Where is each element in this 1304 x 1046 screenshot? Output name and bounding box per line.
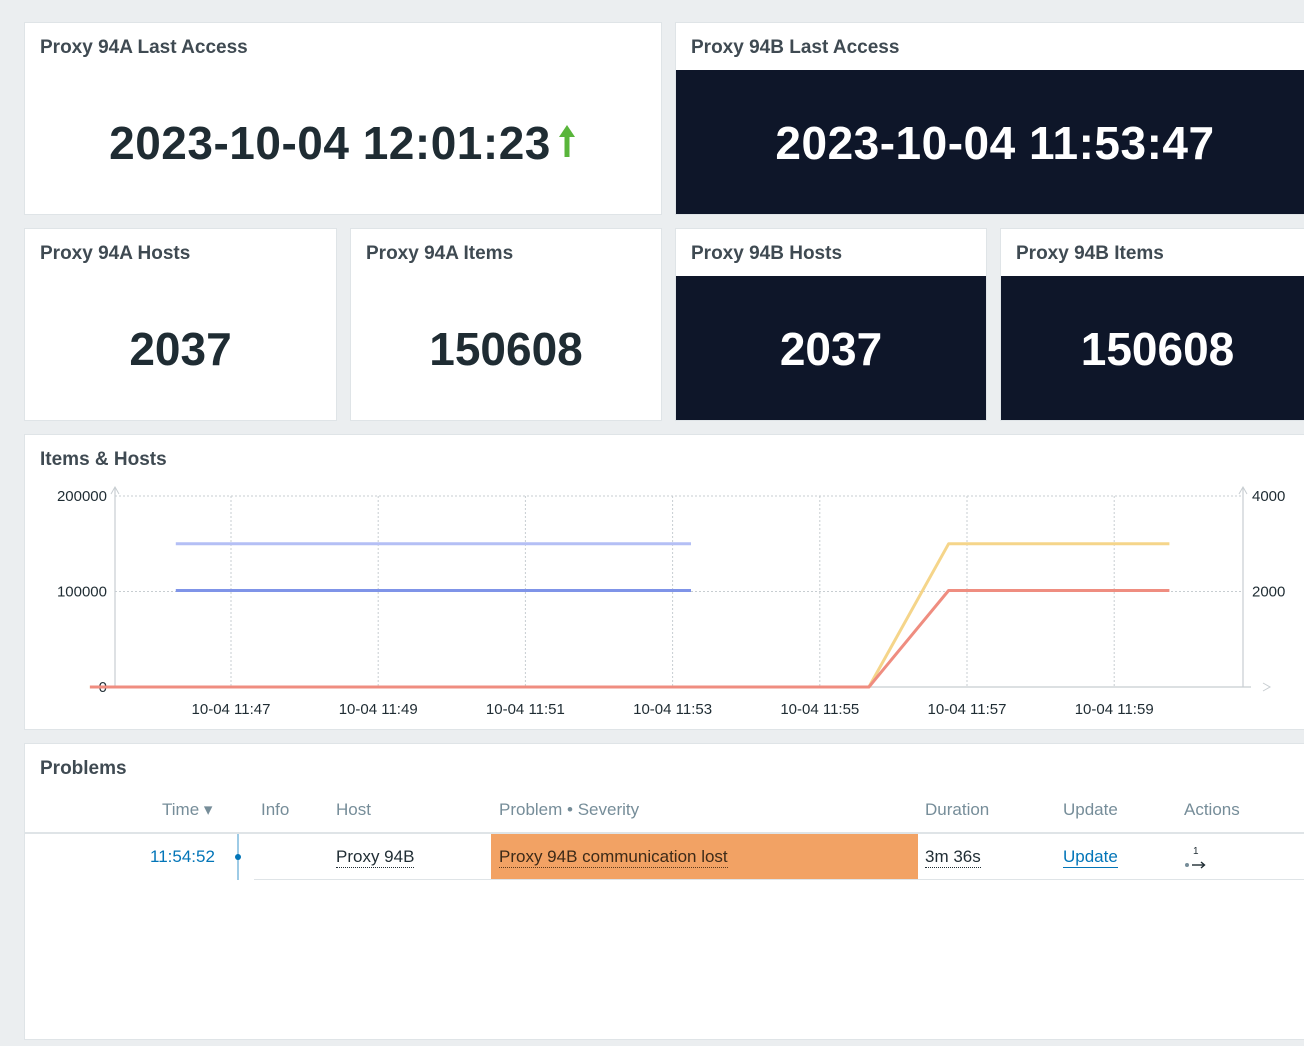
y-right-tick-label: 4000 (1252, 488, 1285, 505)
problem-duration[interactable]: 3m 36s (925, 847, 981, 868)
column-header-problem-severity[interactable]: Problem • Severity (499, 800, 639, 820)
widget-title: Proxy 94B Items (1016, 243, 1164, 264)
value-container: 2023-10-04 11:53:47 (676, 70, 1304, 214)
value-container: 150608 (1001, 276, 1304, 420)
value-container: 2037 (676, 276, 986, 420)
widget-title: Proxy 94B Last Access (691, 37, 900, 58)
value-container: 2037 (25, 276, 336, 420)
value-container: 2023-10-04 12:01:23 (25, 70, 661, 214)
series-line (89, 589, 1170, 689)
x-tick-label: 10-04 11:59 (1075, 701, 1154, 718)
action-arrow-icon (1185, 861, 1206, 869)
last-access-value: 2023-10-04 11:53:47 (775, 117, 1215, 169)
last-access-value: 2023-10-04 12:01:23 (109, 117, 551, 169)
series-line (89, 542, 1170, 689)
items-hosts-chart[interactable]: 20000010000004000200010-04 11:47 10-04 11… (25, 435, 1304, 730)
hosts-value: 2037 (129, 323, 232, 375)
column-header-host[interactable]: Host (336, 800, 371, 820)
row-bottom-border (254, 879, 1304, 880)
items-value: 150608 (1080, 323, 1235, 375)
actions-icon[interactable]: 1 (1183, 846, 1209, 872)
column-header-info: Info (261, 800, 290, 819)
widget-problems: Problems (24, 743, 1304, 1040)
x-tick-label: 10-04 11:47 (192, 701, 271, 718)
widget-proxy-94b-last-access: Proxy 94B Last Access 2023-10-04 11:53:4… (675, 22, 1304, 215)
widget-proxy-94b-items: Proxy 94B Items 150608 (1000, 228, 1304, 421)
problem-name-link[interactable]: Proxy 94B communication lost (499, 847, 728, 868)
y-right-tick-label: 2000 (1252, 584, 1285, 601)
update-link[interactable]: Update (1063, 847, 1118, 868)
widget-title: Proxy 94A Last Access (40, 37, 248, 58)
widget-proxy-94a-hosts: Proxy 94A Hosts 2037 (24, 228, 337, 421)
x-tick-label: 10-04 11:49 (339, 701, 418, 718)
problem-host-link[interactable]: Proxy 94B (336, 847, 415, 868)
column-header-actions: Actions (1184, 800, 1240, 819)
value-container: 150608 (351, 276, 661, 420)
items-value: 150608 (429, 323, 583, 375)
widget-proxy-94b-hosts: Proxy 94B Hosts 2037 (675, 228, 987, 421)
widget-title: Proxy 94A Hosts (40, 243, 191, 264)
problem-time-link[interactable]: 11:54:52 (150, 847, 215, 867)
widget-items-hosts-graph: Items & Hosts 200000 100000 0 4000 2000 10-04… (24, 434, 1304, 730)
timeline-dot-icon (235, 854, 241, 860)
x-tick-label: 10-04 11:53 (633, 701, 712, 718)
trend-up-arrow-icon (558, 125, 575, 157)
problems-title: Problems (40, 758, 127, 779)
y-left-tick-label: 200000 (57, 488, 107, 505)
x-tick-label: 10-04 11:51 (486, 701, 565, 718)
y-left-tick-label: 100000 (57, 584, 107, 601)
x-tick-label: 10-04 11:55 (780, 701, 859, 718)
column-header-update: Update (1063, 800, 1118, 819)
widget-title: Proxy 94A Items (366, 243, 514, 264)
widget-title: Proxy 94B Hosts (691, 243, 843, 264)
column-header-duration: Duration (925, 800, 990, 819)
x-tick-label: 10-04 11:57 (928, 701, 1007, 718)
hosts-value: 2037 (779, 323, 883, 375)
column-header-time[interactable]: Time ▾ (162, 800, 212, 820)
widget-proxy-94a-last-access: Proxy 94A Last Access 2023-10-04 12:01:2… (24, 22, 662, 215)
widget-proxy-94a-items: Proxy 94A Items 150608 (350, 228, 662, 421)
x-axis-arrow-icon (1262, 682, 1272, 692)
